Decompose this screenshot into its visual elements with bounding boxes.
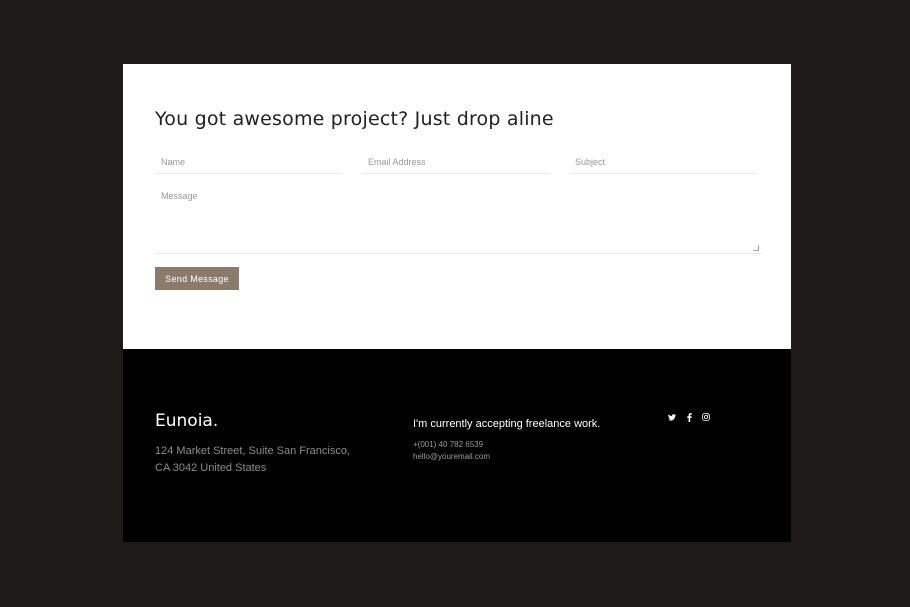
message-placeholder: Message [161, 191, 198, 201]
email-placeholder: Email Address [368, 156, 426, 167]
facebook-icon[interactable] [685, 412, 693, 422]
address-line-2: CA 3042 United States [155, 462, 267, 474]
name-placeholder: Name [161, 156, 186, 167]
contact-section: You got awesome project? Just drop aline… [123, 64, 791, 349]
name-field[interactable]: Name [155, 150, 343, 174]
freelance-text: I'm currently accepting freelance work. [413, 418, 601, 430]
footer-brand: Eunoia. [155, 411, 219, 431]
resize-handle-icon[interactable] [753, 245, 759, 251]
footer-phone: +(001) 40 782 6539 [413, 440, 484, 449]
footer-email-link[interactable]: hello@youremail.com [413, 452, 490, 461]
instagram-icon[interactable] [702, 412, 710, 422]
social-links [668, 412, 710, 422]
twitter-icon[interactable] [668, 412, 676, 422]
contact-title: You got awesome project? Just drop aline [155, 108, 554, 130]
footer: Eunoia. 124 Market Street, Suite San Fra… [123, 349, 791, 542]
footer-address: 124 Market Street, Suite San Francisco, … [155, 443, 375, 477]
address-line-1: 124 Market Street, Suite San Francisco, [155, 445, 351, 457]
email-field[interactable]: Email Address [362, 150, 550, 174]
subject-field[interactable]: Subject [569, 150, 757, 174]
message-textarea[interactable]: Message [155, 184, 761, 254]
send-message-button[interactable]: Send Message [155, 267, 239, 290]
subject-placeholder: Subject [575, 156, 606, 167]
page-card: You got awesome project? Just drop aline… [123, 64, 791, 542]
